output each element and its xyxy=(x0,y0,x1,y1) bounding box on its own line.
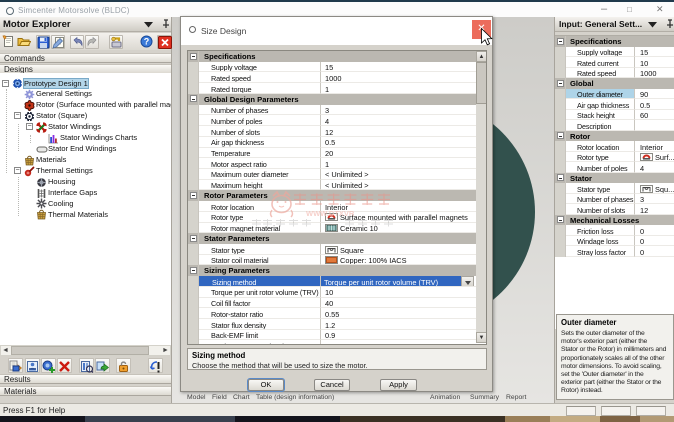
svg-text:?: ? xyxy=(143,36,149,46)
